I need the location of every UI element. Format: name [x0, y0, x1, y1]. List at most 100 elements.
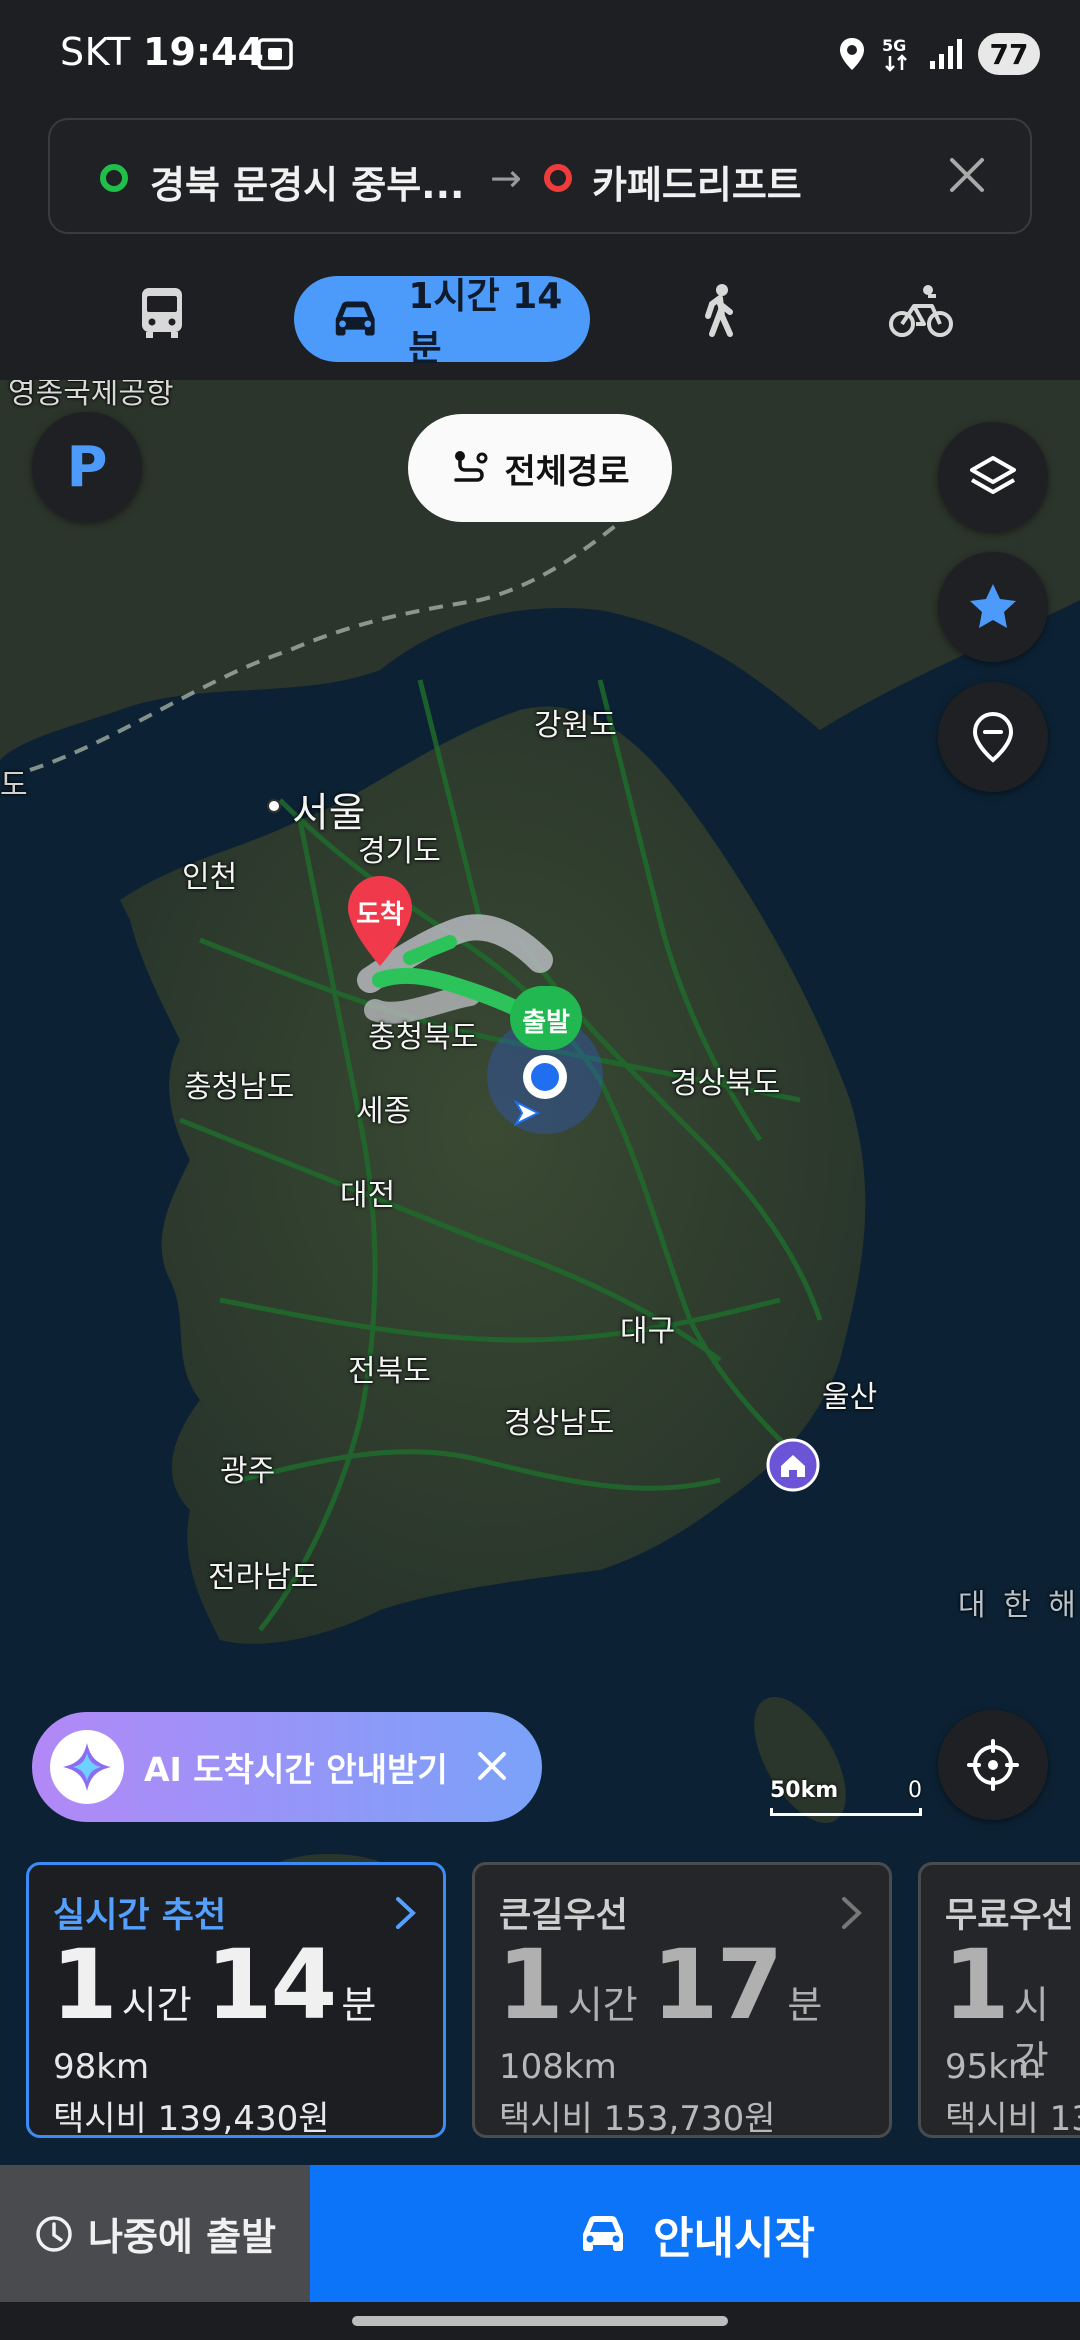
- carrier-label: SKT: [60, 30, 131, 74]
- screenshot-icon: [257, 38, 293, 70]
- destination-text[interactable]: 카페드리프트: [592, 154, 802, 209]
- favorites-button[interactable]: [938, 552, 1048, 662]
- scale-bar: [770, 1808, 922, 1816]
- route-card-fare: 택시비 139,430원: [53, 2099, 330, 2139]
- duration-hours: 1: [497, 1929, 564, 2041]
- route-card-distance: 95km: [945, 2047, 1042, 2087]
- map-label-seoul: 서울: [292, 790, 366, 836]
- start-navigation-label: 안내시작: [653, 2212, 815, 2264]
- direction-arrow-icon: [513, 1099, 541, 1127]
- destination-dot-icon: [544, 164, 572, 192]
- svg-text:5G: 5G: [882, 36, 906, 55]
- route-card-duration: 1 시간 17 분: [497, 1937, 836, 2033]
- map-label-sejong: 세종: [356, 1094, 412, 1129]
- map-label-jeonbuk: 전북도: [348, 1354, 431, 1389]
- map-label-airport: 영종국제공항: [8, 380, 174, 411]
- car-icon: [583, 2215, 624, 2251]
- parking-button[interactable]: P: [32, 412, 142, 522]
- bus-icon[interactable]: [132, 282, 192, 342]
- ai-logo-icon: [50, 1730, 124, 1804]
- status-bar: SKT 19:44 5G 77: [0, 0, 1080, 110]
- route-icon: [454, 451, 488, 482]
- duration-hours: 1: [943, 1929, 1010, 2041]
- system-nav-bar: [0, 2302, 1080, 2340]
- current-location-icon: [523, 1055, 567, 1099]
- car-duration: 1시간 14분: [408, 276, 563, 369]
- map-label-gyeonggi: 경기도: [358, 834, 441, 869]
- location-icon: [840, 38, 864, 70]
- map-label-chungnam: 충청남도: [184, 1070, 295, 1105]
- transport-mode-tabs: 1시간 14분: [0, 260, 1080, 369]
- layers-icon: [970, 456, 1016, 494]
- route-card-realtime[interactable]: 실시간 추천 1 시간 14 분 98km 택시비 139,430원: [26, 1862, 446, 2139]
- chevron-right-icon: [396, 1897, 416, 1929]
- arrival-marker[interactable]: 도착: [344, 874, 416, 968]
- arrival-marker-label: 도착: [356, 900, 404, 930]
- full-route-button[interactable]: 전체경로: [408, 414, 672, 522]
- walk-icon[interactable]: [690, 282, 750, 342]
- recenter-button[interactable]: [938, 1710, 1048, 1820]
- route-card-distance: 108km: [499, 2047, 617, 2087]
- chevron-right-icon: [842, 1897, 862, 1929]
- duration-hours: 1: [51, 1929, 118, 2041]
- place-filter-button[interactable]: [938, 682, 1048, 792]
- crosshair-icon: [967, 1739, 1019, 1791]
- bottom-action-bar: 나중에 출발 안내시작: [0, 2165, 1080, 2302]
- map-label-sea: 대 한 해 협: [958, 1588, 1080, 1623]
- bike-icon[interactable]: [888, 282, 954, 342]
- map-scale: 50km 0: [770, 1778, 926, 1818]
- close-icon[interactable]: [942, 150, 992, 200]
- battery-indicator: 77: [978, 33, 1040, 75]
- route-card-fare: 택시비 153,730원: [499, 2099, 776, 2139]
- route-card-highway[interactable]: 큰길우선 1 시간 17 분 108km 택시비 153,730원: [472, 1862, 892, 2139]
- pin-minus-icon: [972, 711, 1014, 763]
- departure-marker-label: 출발: [522, 1008, 570, 1038]
- depart-later-label: 나중에 출발: [87, 2215, 277, 2259]
- ai-arrival-banner[interactable]: AI 도착시간 안내받기: [32, 1712, 542, 1822]
- route-card-free[interactable]: 무료우선 1 시간 95km 택시비 13: [918, 1862, 1080, 2138]
- map-label-chungbuk: 충청북도: [368, 1020, 479, 1055]
- map-label-jeonnam: 전라남도: [208, 1560, 319, 1595]
- origin-dot-icon: [100, 164, 128, 192]
- map-label-incheon: 인천: [182, 860, 238, 895]
- depart-later-button[interactable]: 나중에 출발: [0, 2165, 310, 2302]
- home-marker-icon[interactable]: [766, 1438, 820, 1492]
- map-label-daegu: 대구: [620, 1314, 676, 1349]
- arrow-right-icon: →: [490, 156, 522, 200]
- duration-minutes-unit: 분: [341, 1983, 377, 2027]
- ai-banner-text: AI 도착시간 안내받기: [144, 1750, 448, 1789]
- route-card-fare: 택시비 13: [945, 2099, 1080, 2138]
- signal-icon: [930, 39, 962, 69]
- route-card-duration: 1 시간 14 분: [51, 1937, 390, 2033]
- seoul-dot-icon: [267, 799, 281, 813]
- duration-minutes: 17: [651, 1929, 784, 2041]
- departure-marker[interactable]: 출발: [510, 986, 582, 1050]
- duration-hours-unit: 시간: [121, 1983, 192, 2027]
- duration-hours-unit: 시간: [567, 1983, 638, 2027]
- map-label-ulsan: 울산: [822, 1380, 878, 1415]
- car-icon: [335, 301, 375, 336]
- map-label-gyeongnam: 경상남도: [504, 1406, 615, 1441]
- ai-banner-close-icon[interactable]: [472, 1746, 512, 1786]
- map-label-gangwon: 강원도: [534, 708, 617, 743]
- map-label-gyeongbuk: 경상북도: [670, 1066, 781, 1101]
- map-label-daejeon: 대전: [340, 1178, 396, 1213]
- network-5g-icon: 5G: [882, 36, 907, 72]
- duration-minutes: 14: [205, 1929, 338, 2041]
- star-icon: [970, 584, 1016, 628]
- map-layers-button[interactable]: [938, 422, 1048, 532]
- clock: 19:44: [143, 30, 264, 74]
- start-navigation-button[interactable]: 안내시작: [310, 2165, 1080, 2302]
- full-route-label: 전체경로: [504, 451, 630, 492]
- scale-zero: 0: [908, 1778, 922, 1803]
- route-header: 경북 문경시 중부... → 카페드리프트 1시간 14분: [0, 110, 1080, 380]
- route-search-bar[interactable]: 경북 문경시 중부... → 카페드리프트: [48, 118, 1032, 234]
- map-label-gwangju: 광주: [220, 1454, 276, 1489]
- scale-label: 50km: [770, 1778, 839, 1803]
- clock-icon: [36, 2215, 72, 2252]
- home-indicator[interactable]: [352, 2316, 728, 2326]
- parking-label: P: [66, 434, 108, 500]
- origin-text[interactable]: 경북 문경시 중부...: [150, 154, 465, 209]
- tab-car[interactable]: 1시간 14분: [294, 276, 590, 369]
- map-label-left-edge: 도: [0, 768, 28, 803]
